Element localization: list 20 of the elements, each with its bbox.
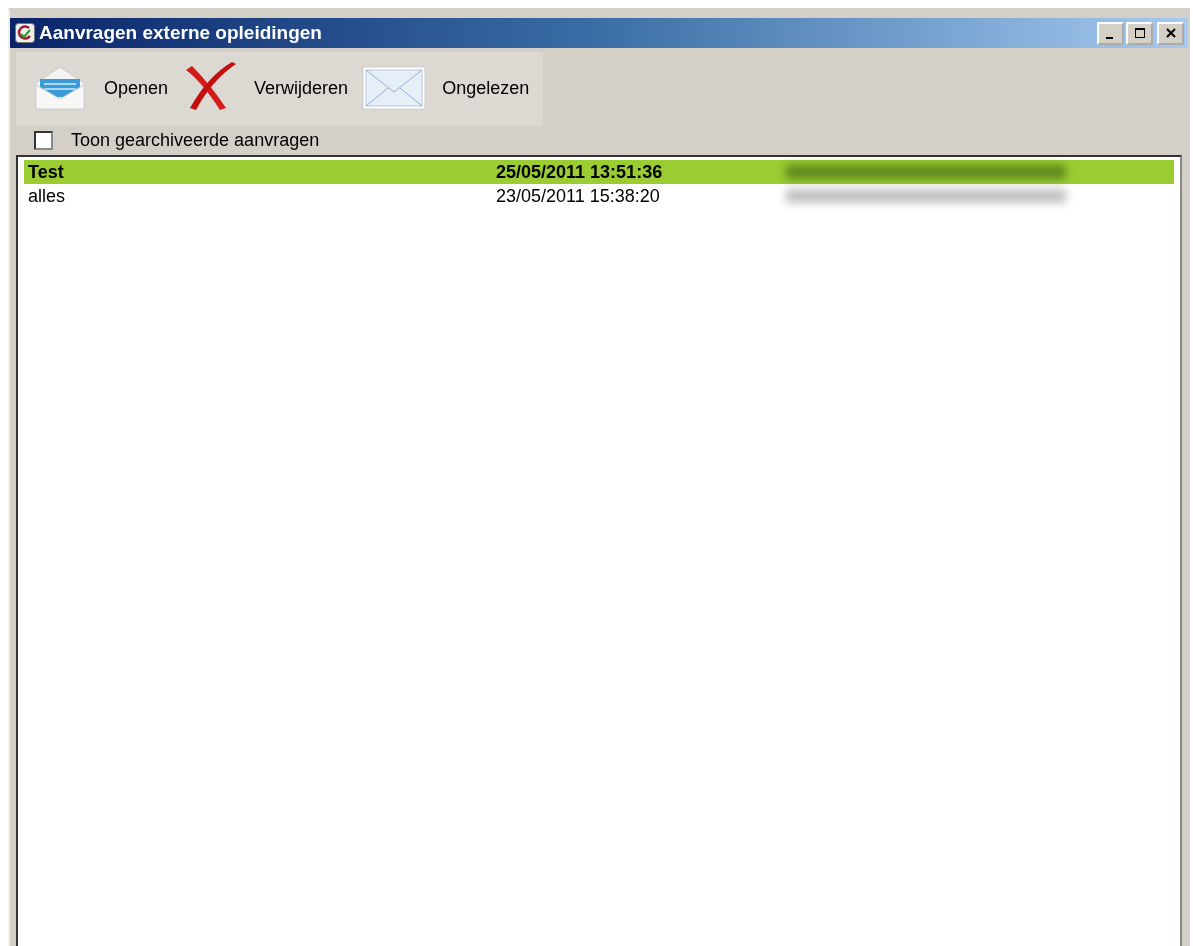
minimize-icon <box>1106 36 1113 39</box>
close-button[interactable] <box>1157 21 1184 45</box>
unread-button[interactable]: Ongelezen <box>362 66 530 110</box>
list-row[interactable]: Test 25/05/2011 13:51:36 <box>24 160 1174 184</box>
maximize-button[interactable] <box>1126 21 1153 45</box>
window-title: Aanvragen externe opleidingen <box>39 22 322 44</box>
maximize-icon <box>1133 27 1146 39</box>
open-button[interactable]: Openen <box>32 65 169 111</box>
envelope-icon <box>362 66 427 110</box>
list-row[interactable]: alles 23/05/2011 15:38:20 <box>24 184 1174 208</box>
close-icon <box>1164 27 1177 39</box>
checkbox[interactable] <box>34 131 53 150</box>
request-date: 25/05/2011 13:51:36 <box>496 161 664 183</box>
request-name: Test <box>28 161 65 183</box>
delete-button[interactable]: Verwijderen <box>182 62 349 114</box>
request-date: 23/05/2011 15:38:20 <box>496 185 661 207</box>
app-icon <box>15 23 35 43</box>
request-name: alles <box>28 185 67 207</box>
checkbox-label[interactable]: Toon gearchiveerde aanvragen <box>71 130 320 151</box>
minimize-button[interactable] <box>1097 21 1124 45</box>
